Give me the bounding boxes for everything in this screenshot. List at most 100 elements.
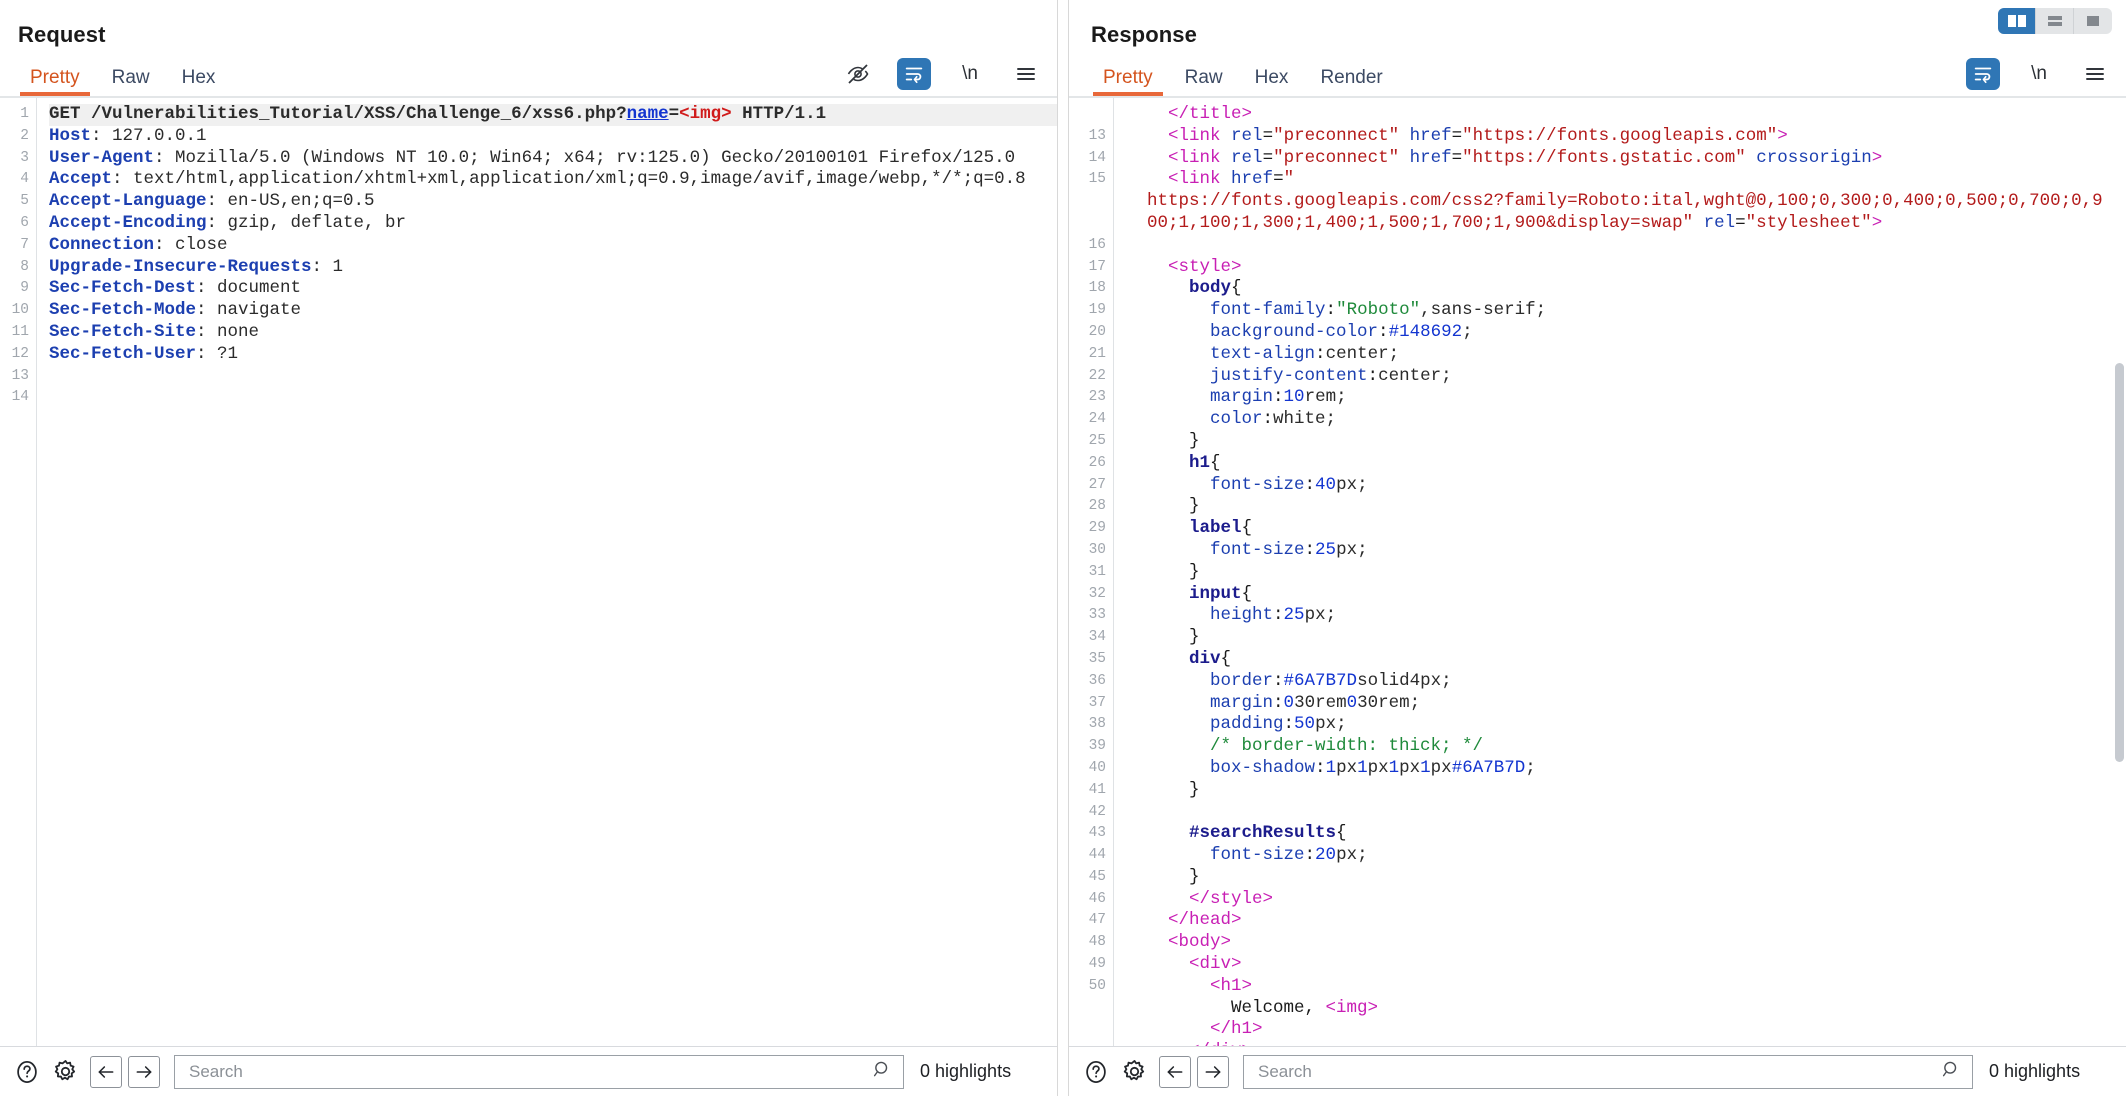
tab-response-raw[interactable]: Raw (1169, 68, 1239, 96)
request-editor[interactable]: 1 2 3 4 5 6 7 8 9 10 11 12 13 14 GET /Vulnerabilities… (0, 96, 1057, 1046)
code-line[interactable]: <style> (1126, 257, 2126, 279)
code-line[interactable]: color:white; (1126, 409, 2126, 431)
code-line[interactable]: /* border-width: thick; */ (1126, 736, 2126, 758)
code-line[interactable] (49, 366, 1057, 388)
code-line[interactable]: input{ (1126, 584, 2126, 606)
response-scrollbar[interactable] (2113, 98, 2126, 1046)
code-line[interactable]: margin:10rem; (1126, 387, 2126, 409)
menu-icon[interactable] (1009, 58, 1043, 90)
show-newlines-icon[interactable]: \n (953, 58, 987, 90)
code-line[interactable]: </div> (1126, 1041, 2126, 1046)
code-line[interactable]: Sec-Fetch-Dest: document (49, 278, 1057, 300)
tab-response-render[interactable]: Render (1304, 68, 1398, 96)
single-pane-layout-button[interactable] (2074, 8, 2112, 34)
code-line[interactable]: Sec-Fetch-Mode: navigate (49, 300, 1057, 322)
code-line[interactable]: Sec-Fetch-Site: none (49, 322, 1057, 344)
code-line[interactable]: font-size:25px; (1126, 540, 2126, 562)
tab-request-pretty[interactable]: Pretty (14, 68, 96, 96)
code-line[interactable]: <link rel="preconnect" href="https://fon… (1126, 148, 2126, 170)
tab-request-raw[interactable]: Raw (96, 68, 166, 96)
code-line[interactable]: Connection: close (49, 235, 1057, 257)
search-back-button[interactable] (1159, 1055, 1191, 1088)
code-line[interactable]: } (1126, 562, 2126, 584)
code-line[interactable]: <link href=" (1126, 169, 2126, 191)
word-wrap-icon[interactable] (897, 58, 931, 90)
code-line[interactable]: div{ (1126, 649, 2126, 671)
request-search-box[interactable] (174, 1054, 904, 1089)
code-line[interactable]: </head> (1126, 910, 2126, 932)
search-forward-button[interactable] (1197, 1055, 1229, 1088)
side-by-side-layout-button[interactable] (1998, 8, 2036, 34)
response-search-box[interactable] (1243, 1054, 1973, 1089)
code-line[interactable]: } (1126, 496, 2126, 518)
search-icon[interactable] (1941, 1059, 1962, 1085)
response-scrollbar-thumb[interactable] (2115, 363, 2124, 762)
code-line[interactable]: body{ (1126, 278, 2126, 300)
stacked-layout-button[interactable] (2036, 8, 2074, 34)
code-line[interactable]: font-size:20px; (1126, 845, 2126, 867)
code-line[interactable]: margin:030rem030rem; (1126, 693, 2126, 715)
code-line[interactable]: <div> (1126, 954, 2126, 976)
search-icon[interactable] (872, 1059, 893, 1085)
code-line[interactable]: https://fonts.googleapis.com/css2?family… (1126, 191, 2126, 213)
code-line[interactable]: <h1> (1126, 976, 2126, 998)
gear-icon[interactable] (1115, 1053, 1153, 1091)
word-wrap-icon[interactable] (1966, 58, 2000, 90)
code-line[interactable]: padding:50px; (1126, 714, 2126, 736)
tab-response-hex[interactable]: Hex (1239, 68, 1305, 96)
help-icon[interactable] (1077, 1053, 1115, 1091)
tab-request-hex[interactable]: Hex (166, 68, 232, 96)
response-code[interactable]: </title> <link rel="preconnect" href="ht… (1114, 98, 2126, 1046)
code-line[interactable]: justify-content:center; (1126, 366, 2126, 388)
code-line[interactable]: <body> (1126, 932, 2126, 954)
code-line[interactable]: border:#6A7B7Dsolid4px; (1126, 671, 2126, 693)
response-search-input[interactable] (1256, 1060, 1941, 1083)
request-code[interactable]: GET /Vulnerabilities_Tutorial/XSS/Challe… (37, 98, 1057, 1046)
code-line[interactable]: label{ (1126, 518, 2126, 540)
gear-icon[interactable] (46, 1053, 84, 1091)
code-line[interactable]: GET /Vulnerabilities_Tutorial/XSS/Challe… (49, 104, 1057, 126)
code-line[interactable]: Accept-Encoding: gzip, deflate, br (49, 213, 1057, 235)
code-line[interactable]: #searchResults{ (1126, 823, 2126, 845)
show-newlines-icon[interactable]: \n (2022, 58, 2056, 90)
code-line[interactable]: } (1126, 867, 2126, 889)
code-line[interactable]: } (1126, 431, 2126, 453)
code-line[interactable]: User-Agent: Mozilla/5.0 (Windows NT 10.0… (49, 148, 1057, 170)
code-line[interactable]: </h1> (1126, 1019, 2126, 1041)
code-line[interactable]: font-family:"Roboto",sans-serif; (1126, 300, 2126, 322)
code-line[interactable]: </title> (1126, 104, 2126, 126)
code-line[interactable]: 00;1,100;1,300;1,400;1,500;1,700;1,900&d… (1126, 213, 2126, 235)
request-search-input[interactable] (187, 1060, 872, 1083)
code-line[interactable] (49, 387, 1057, 409)
code-line[interactable]: Accept-Language: en-US,en;q=0.5 (49, 191, 1057, 213)
code-token: crossorigin (1756, 147, 1872, 168)
code-line[interactable]: Sec-Fetch-User: ?1 (49, 344, 1057, 366)
code-line[interactable]: Accept: text/html,application/xhtml+xml,… (49, 169, 1057, 191)
code-line[interactable]: Host: 127.0.0.1 (49, 126, 1057, 148)
code-line[interactable]: box-shadow:1px1px1px1px#6A7B7D; (1126, 758, 2126, 780)
code-line[interactable]: </style> (1126, 889, 2126, 911)
code-line[interactable]: background-color:#148692; (1126, 322, 2126, 344)
code-line[interactable]: } (1126, 627, 2126, 649)
response-editor[interactable]: 13 14 15 16 17 18 19 20 21 22 23 24 25 26 27 28 29 30 31 3… (1069, 96, 2126, 1046)
code-line[interactable]: h1{ (1126, 453, 2126, 475)
pane-splitter[interactable] (1057, 0, 1069, 1096)
code-line[interactable]: } (1126, 780, 2126, 802)
search-forward-button[interactable] (128, 1055, 160, 1088)
code-line[interactable] (1126, 235, 2126, 257)
eye-off-icon[interactable] (841, 58, 875, 90)
line-number: 25 (1088, 432, 1106, 449)
code-line[interactable]: height:25px; (1126, 605, 2126, 627)
code-line[interactable]: Welcome, <img> (1126, 998, 2126, 1020)
code-line[interactable]: text-align:center; (1126, 344, 2126, 366)
request-panel-title: Request (18, 22, 106, 47)
code-line[interactable]: font-size:40px; (1126, 475, 2126, 497)
menu-icon[interactable] (2078, 58, 2112, 90)
tab-response-pretty[interactable]: Pretty (1087, 68, 1169, 96)
help-icon[interactable] (8, 1053, 46, 1091)
code-line[interactable] (1126, 802, 2126, 824)
code-line[interactable]: Upgrade-Insecure-Requests: 1 (49, 257, 1057, 279)
code-line[interactable]: <link rel="preconnect" href="https://fon… (1126, 126, 2126, 148)
search-back-button[interactable] (90, 1055, 122, 1088)
line-number: 26 (1088, 454, 1106, 471)
